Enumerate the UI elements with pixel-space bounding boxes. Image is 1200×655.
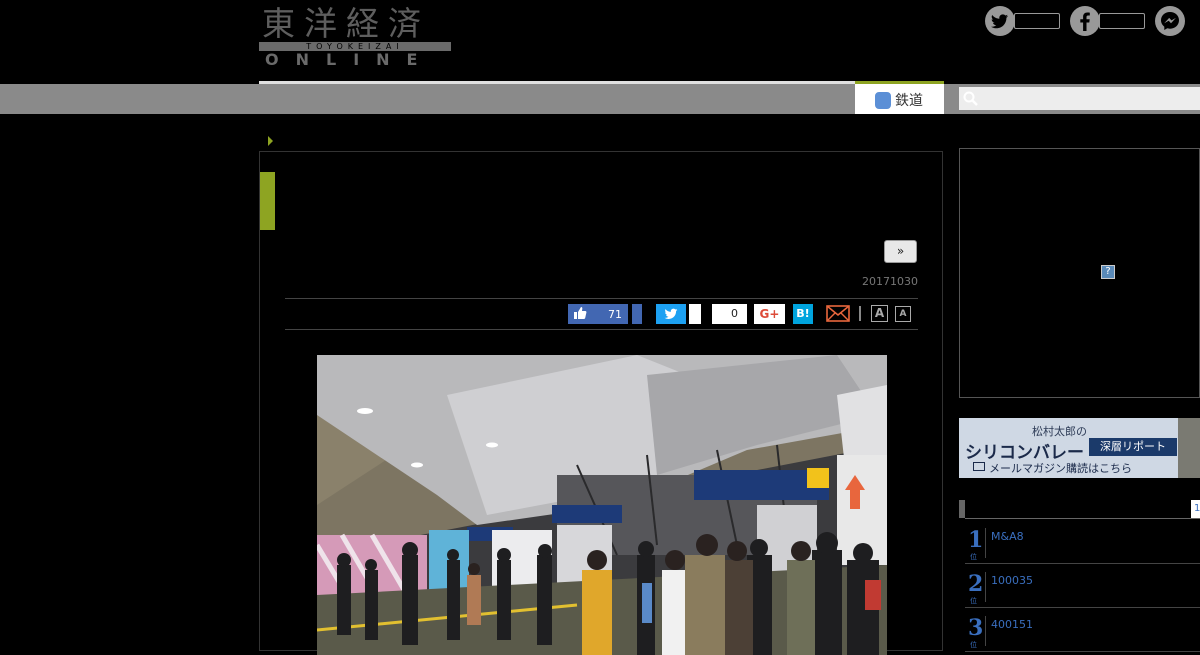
ranking-page-tab[interactable]: 1	[1191, 500, 1200, 518]
print-button[interactable]	[859, 306, 861, 321]
like-count: 71	[608, 308, 622, 321]
ranking-separator	[985, 528, 986, 558]
site-logo[interactable]: 東洋経済	[262, 4, 430, 44]
site-logo-online: ONLINE	[265, 50, 435, 69]
ranking-title[interactable]: M&A8	[991, 530, 1024, 543]
ranking-item[interactable]: 1 位 M&A8	[965, 520, 1200, 564]
article-photo	[317, 355, 887, 655]
ranking-number: 1	[968, 527, 984, 553]
envelope-icon	[973, 462, 985, 471]
ranking-suffix: 位	[970, 641, 977, 649]
tab-railway[interactable]: 鉄道	[855, 81, 944, 114]
font-size-large-button[interactable]: A	[871, 305, 888, 322]
facebook-count-box	[1099, 13, 1145, 29]
google-plus-button[interactable]: G+	[754, 304, 785, 324]
hatena-bookmark-button[interactable]: B!	[793, 304, 813, 324]
facebook-like-button[interactable]: 71	[568, 304, 628, 324]
share-divider-bottom	[285, 329, 918, 330]
twitter-count-box	[1014, 13, 1060, 29]
ranking-number: 3	[968, 615, 984, 641]
tab-railway-label: 鉄道	[895, 93, 923, 109]
mail-icon[interactable]	[826, 305, 850, 322]
breadcrumb-arrow-icon	[268, 136, 273, 146]
next-page-button[interactable]: »	[884, 240, 917, 263]
ranking-item[interactable]: 3 位 400151	[965, 608, 1200, 652]
thumbs-up-icon	[574, 307, 587, 319]
ranking-suffix: 位	[970, 597, 977, 605]
facebook-share-button[interactable]	[632, 304, 642, 324]
ranking-separator	[985, 572, 986, 602]
banner-author: 松村太郎の	[1032, 425, 1087, 438]
facebook-icon[interactable]	[1070, 6, 1100, 36]
twitter-bird-icon	[664, 308, 678, 320]
article-date: 20171030	[862, 275, 918, 288]
banner-cta: メールマガジン購読はこちら	[989, 462, 1132, 475]
ad-slot[interactable]	[959, 148, 1200, 398]
font-size-small-button[interactable]: A	[895, 306, 911, 322]
ranking-title[interactable]: 400151	[991, 618, 1033, 631]
tweet-button[interactable]	[656, 304, 686, 324]
share-count: 0	[712, 304, 747, 324]
broken-image-icon: ?	[1101, 265, 1115, 279]
share-divider-top	[285, 298, 918, 299]
ranking-number: 2	[968, 571, 984, 597]
search-input[interactable]	[959, 87, 1200, 110]
title-accent-block	[260, 172, 275, 230]
newsletter-banner[interactable]: 松村太郎の シリコンバレー 深層リポート メールマガジン購読はこちら	[959, 418, 1200, 478]
banner-tag: 深層リポート	[1089, 438, 1177, 456]
twitter-icon[interactable]	[985, 6, 1015, 36]
tweet-count-box	[689, 304, 701, 324]
banner-photo	[1178, 418, 1200, 478]
train-icon	[875, 92, 891, 109]
ranking-tab-marker	[959, 500, 965, 518]
messenger-icon[interactable]	[1155, 6, 1185, 36]
ranking-suffix: 位	[970, 553, 977, 561]
ranking-separator	[985, 616, 986, 646]
search-icon	[963, 91, 978, 106]
ranking-item[interactable]: 2 位 100035	[965, 564, 1200, 608]
ranking-divider	[965, 518, 1200, 519]
ranking-title[interactable]: 100035	[991, 574, 1033, 587]
